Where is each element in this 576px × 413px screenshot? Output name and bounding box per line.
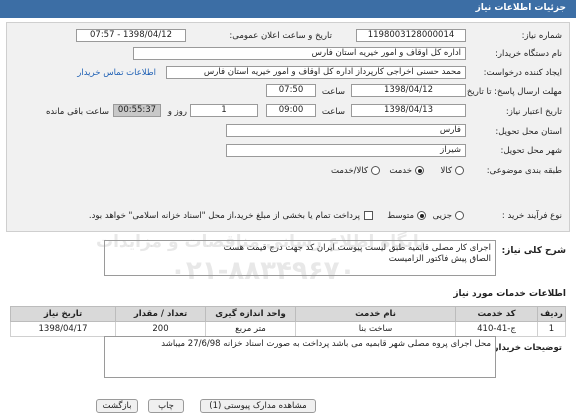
validity-time-label: ساعت xyxy=(321,107,345,117)
cell-unit: متر مربع xyxy=(205,321,296,337)
city-label: شهر محل تحویل: xyxy=(500,146,562,156)
announce-field: 1398/04/12 - 07:57 xyxy=(76,29,186,42)
province-label: استان محل تحویل: xyxy=(495,127,562,137)
city-field: شیراز xyxy=(226,144,466,157)
col-unit: واحد اندازه گیری xyxy=(205,306,296,322)
col-row-number: ردیف xyxy=(537,306,566,322)
buyer-label: نام دستگاه خریدار: xyxy=(495,49,562,59)
need-number-label: شماره نیاز: xyxy=(521,31,562,41)
reply-date-field: 1398/04/12 xyxy=(351,84,466,97)
buyer-contact-link[interactable]: اطلاعات تماس خریدار xyxy=(77,68,156,78)
col-service-name: نام خدمت xyxy=(295,306,456,322)
buyer-notes-box: محل اجرای پروه مصلی شهر قابمیه می باشد پ… xyxy=(104,336,496,378)
validity-date-field: 1398/04/13 xyxy=(351,104,466,117)
days-label: روز و xyxy=(167,107,187,117)
category-option-goods-service: کالا/خدمت xyxy=(331,166,368,176)
services-table: ردیف کد خدمت نام خدمت واحد اندازه گیری ت… xyxy=(10,306,566,337)
view-attachments-button[interactable]: مشاهده مدارک پیوستی (1) xyxy=(200,399,316,413)
reply-deadline-label: مهلت ارسال پاسخ: تا تاریخ: xyxy=(464,87,562,97)
process-radio-medium[interactable] xyxy=(417,211,426,220)
table-row: 1 ج-41-410 ساخت بنا متر مربع 200 1398/04… xyxy=(10,321,566,337)
creator-label: ایجاد کننده درخواست: xyxy=(483,68,562,78)
creator-field: محمد حسنی اخراجی کارپرداز اداره کل اوقاف… xyxy=(166,66,466,79)
services-title: اطلاعات خدمات مورد نیاز xyxy=(453,289,566,299)
process-radio-minor[interactable] xyxy=(455,211,464,220)
category-label: طبقه بندی موضوعی: xyxy=(486,166,562,176)
category-option-goods: کالا xyxy=(440,166,452,176)
description-line-1: اجرای کار مصلی قابمیه طبق لیست پیوست ایر… xyxy=(223,243,491,253)
remaining-label: ساعت باقی مانده xyxy=(45,107,109,117)
province-field: فارس xyxy=(226,124,466,137)
process-option-minor: جزیی xyxy=(432,211,452,221)
cell-quantity: 200 xyxy=(115,321,206,337)
category-radio-goods[interactable] xyxy=(455,166,464,175)
buyer-notes-text: محل اجرای پروه مصلی شهر قابمیه می باشد پ… xyxy=(161,339,491,349)
cell-need-date: 1398/04/17 xyxy=(10,321,116,337)
print-button[interactable]: چاپ xyxy=(148,399,184,413)
buyer-notes-label: توضیحات خریدار: xyxy=(490,343,562,353)
need-number-field: 1198003128000014 xyxy=(356,29,466,42)
description-box: اجرای کار مصلی قابمیه طبق لیست پیوست ایر… xyxy=(104,240,496,276)
description-line-2: الصاق پیش فاکتور الزامیست xyxy=(388,254,491,264)
category-radio-goods-service[interactable] xyxy=(371,166,380,175)
cell-service-code: ج-41-410 xyxy=(455,321,538,337)
validity-time-field: 09:00 xyxy=(266,104,316,117)
page-header: جزئیات اطلاعات نیاز xyxy=(0,0,576,18)
buyer-field: اداره کل اوقاف و امور خیریه استان فارس xyxy=(133,47,466,60)
process-label: نوع فرآیند خرید : xyxy=(501,211,562,221)
cell-row-number: 1 xyxy=(537,321,566,337)
back-button[interactable]: بازگشت xyxy=(96,399,138,413)
description-label: شرح کلی نیاز: xyxy=(501,246,566,256)
reply-time-field: 07:50 xyxy=(266,84,316,97)
announce-label: تاریخ و ساعت اعلان عمومی: xyxy=(229,31,332,41)
validity-label: تاریخ اعتبار نیاز: xyxy=(505,107,562,117)
category-radio-service[interactable] xyxy=(415,166,424,175)
process-option-medium: متوسط xyxy=(387,211,414,221)
cell-service-name: ساخت بنا xyxy=(295,321,456,337)
col-service-code: کد خدمت xyxy=(455,306,538,322)
category-option-service: خدمت xyxy=(389,166,412,176)
treasury-payment-checkbox[interactable] xyxy=(364,211,373,220)
treasury-payment-note: پرداخت تمام یا بخشی از مبلغ خرید،از محل … xyxy=(88,211,360,221)
page-title: جزئیات اطلاعات نیاز xyxy=(475,3,566,13)
reply-time-label: ساعت xyxy=(321,87,345,97)
col-need-date: تاریخ نیاز xyxy=(10,306,116,322)
remaining-time-field: 00:55:37 xyxy=(113,104,161,117)
remaining-days-field: 1 xyxy=(190,104,258,117)
col-quantity: تعداد / مقدار xyxy=(115,306,206,322)
